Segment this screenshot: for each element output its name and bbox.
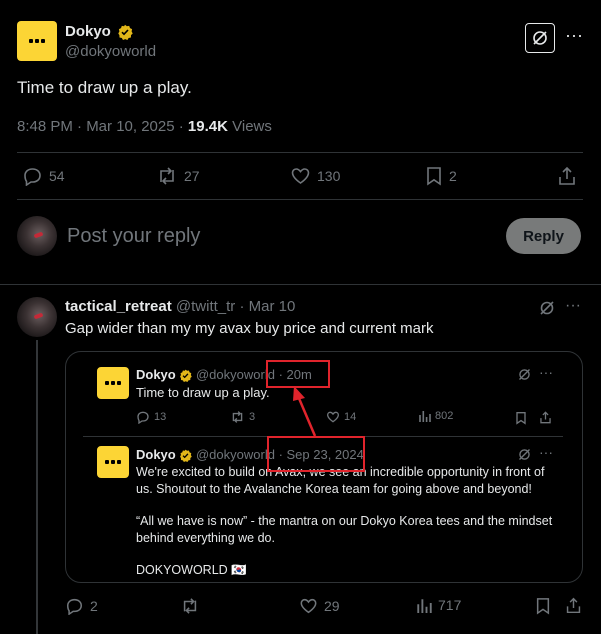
like-count: 130: [317, 168, 341, 184]
repost-count: 27: [184, 168, 200, 184]
reply-author-avatar[interactable]: [17, 297, 57, 337]
reply-like-button[interactable]: 29: [299, 597, 340, 615]
reply-button[interactable]: 54: [22, 166, 65, 186]
thread-line: [36, 340, 38, 634]
reply-reply-button[interactable]: 2: [65, 597, 98, 615]
bookmark-count: 2: [449, 168, 457, 184]
quote1-reply-button[interactable]: 13: [136, 410, 166, 424]
reply-icon: [136, 410, 150, 424]
dokyo-avatar[interactable]: [17, 21, 57, 61]
views-count: 19.4K: [187, 118, 228, 135]
quote1-like-button[interactable]: 14: [326, 410, 356, 424]
share-icon: [557, 166, 577, 186]
section-divider: [0, 284, 601, 285]
repost-icon: [180, 597, 200, 615]
reply-input[interactable]: Post your reply: [67, 225, 200, 248]
divider: [17, 199, 583, 200]
reply-more-icon[interactable]: ···: [565, 298, 581, 314]
share-button[interactable]: [557, 166, 577, 186]
reply-timestamp[interactable]: · Mar 10: [239, 298, 295, 315]
views-label: Views: [232, 118, 272, 135]
repost-icon: [156, 166, 178, 186]
reply-count: 54: [49, 168, 65, 184]
reply-submit-button[interactable]: Reply: [506, 218, 581, 254]
highlight-box-sep23: [267, 436, 365, 472]
author-handle[interactable]: @dokyoworld: [65, 43, 156, 60]
quote2-signoff: DOKYOWORLD 🇰🇷: [136, 562, 552, 579]
quote2-avatar[interactable]: [97, 446, 129, 478]
more-options-icon[interactable]: ···: [565, 26, 583, 46]
reply-views-count: 717: [438, 597, 462, 613]
quote2-text-line: us. Shoutout to the Avalanche Korea team…: [136, 481, 532, 496]
quote1-avatar[interactable]: [97, 367, 129, 399]
post-meta: 8:48 PM · Mar 10, 2025 · 19.4K Views: [17, 118, 272, 135]
heart-icon: [299, 597, 318, 615]
quote1-views-count: 802: [435, 410, 454, 422]
quote1-grok-icon[interactable]: [517, 367, 532, 382]
reply-bookmark-button[interactable]: [535, 597, 551, 615]
quote1-repost-button[interactable]: 3: [230, 410, 255, 424]
repost-icon: [230, 410, 245, 424]
quote1-reply-count: 13: [154, 411, 167, 423]
author-name-row[interactable]: Dokyo: [65, 23, 133, 41]
annotation-arrow: [293, 386, 317, 437]
reply-icon: [65, 597, 84, 615]
reply-author-handle[interactable]: @twitt_tr: [176, 298, 235, 315]
korea-flag-icon: 🇰🇷: [231, 563, 247, 577]
quote1-bookmark-icon[interactable]: [515, 411, 527, 425]
bookmark-icon: [425, 166, 443, 186]
reply-header: tactical_retreat @twitt_tr · Mar 10: [65, 298, 295, 315]
reply-like-count: 29: [324, 598, 340, 614]
reply-repost-button[interactable]: [180, 597, 200, 615]
quote1-repost-count: 3: [249, 411, 256, 423]
author-name[interactable]: Dokyo: [65, 23, 111, 40]
quote1-like-count: 14: [344, 411, 357, 423]
quote2-more-icon[interactable]: ···: [539, 445, 553, 459]
post-text: Time to draw up a play.: [17, 78, 192, 97]
quote1-views-button[interactable]: 802: [419, 410, 453, 422]
share-icon: [565, 597, 582, 614]
reply-reply-count: 2: [90, 598, 98, 614]
verified-badge-icon: [117, 24, 133, 41]
verified-badge-icon: [179, 369, 193, 383]
analytics-icon: [419, 410, 431, 422]
heart-icon: [326, 410, 340, 424]
quote1-more-icon[interactable]: ···: [539, 365, 553, 379]
quote1-text: Time to draw up a play.: [136, 385, 270, 400]
quote1-author-name[interactable]: Dokyo: [136, 367, 176, 382]
bookmark-icon: [535, 597, 551, 615]
bookmark-button[interactable]: 2: [425, 166, 457, 186]
post-timestamp[interactable]: 8:48 PM · Mar 10, 2025 ·: [17, 118, 184, 135]
quote1-share-icon[interactable]: [539, 411, 552, 424]
grok-icon[interactable]: [525, 23, 555, 53]
quote2-author-name[interactable]: Dokyo: [136, 447, 176, 462]
analytics-icon: [417, 598, 432, 613]
quote1-handle[interactable]: @dokyoworld: [196, 367, 275, 382]
reply-submit-label: Reply: [523, 227, 564, 245]
reply-author-name[interactable]: tactical_retreat: [65, 298, 172, 315]
reply-share-button[interactable]: [565, 597, 582, 614]
quote2-text-line: behind everything we do.: [136, 530, 275, 545]
quote2-text-line: “All we have is now” - the mantra on our…: [136, 514, 553, 528]
repost-button[interactable]: 27: [156, 166, 200, 186]
divider: [17, 152, 583, 153]
reply-text: Gap wider than my my avax buy price and …: [65, 320, 434, 337]
quote2-handle[interactable]: @dokyoworld: [196, 447, 275, 462]
quote2-signoff-text: DOKYOWORLD: [136, 563, 228, 577]
verified-badge-icon: [179, 449, 193, 463]
reply-views-button[interactable]: 717: [417, 597, 461, 613]
quote2-grok-icon[interactable]: [517, 447, 532, 462]
like-button[interactable]: 130: [290, 166, 340, 186]
reply-grok-icon[interactable]: [538, 299, 556, 317]
reply-icon: [22, 166, 43, 186]
heart-icon: [290, 166, 311, 186]
quote2-text: We're excited to build on Avax, we see a…: [136, 464, 552, 579]
my-avatar[interactable]: [17, 216, 57, 256]
